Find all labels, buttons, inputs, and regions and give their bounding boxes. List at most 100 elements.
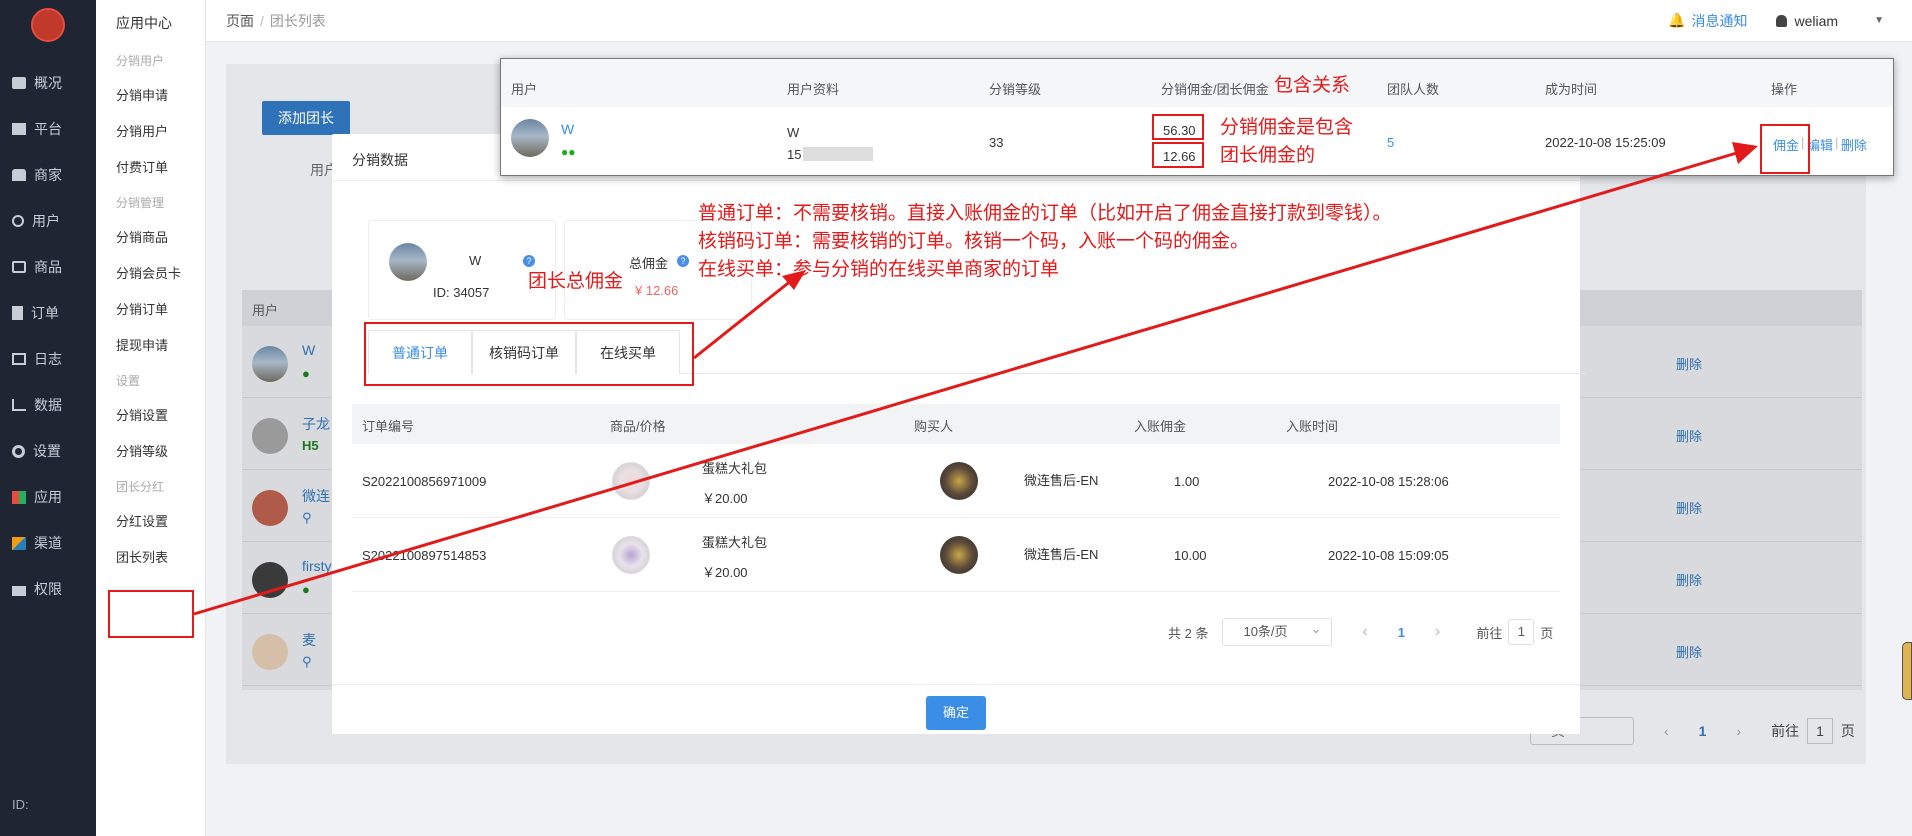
- user-name[interactable]: firsty: [302, 558, 332, 574]
- goto-input[interactable]: 1: [1508, 619, 1535, 645]
- footer-id: ID:: [12, 797, 29, 812]
- breadcrumb-separator: /: [260, 12, 264, 29]
- scroll-handle[interactable]: [1902, 642, 1912, 700]
- annotation-box-leader-list: [108, 590, 194, 638]
- next-page-icon[interactable]: ›: [1736, 723, 1741, 739]
- top-right: 🔔 消息通知 weliam ▼: [1668, 11, 1884, 31]
- gear-icon: [12, 444, 25, 458]
- total-commission-value: ¥ 12.66: [635, 283, 679, 298]
- breadcrumb-root[interactable]: 页面: [226, 13, 254, 29]
- commission-time: 2022-10-08 15:09:05: [1328, 548, 1449, 563]
- sub-item-apply[interactable]: 分销申请: [96, 78, 205, 114]
- user-icon: [12, 215, 24, 227]
- level-value: 33: [989, 135, 1004, 150]
- sub-group-title: 团长分红: [116, 480, 165, 494]
- user-name[interactable]: 子龙: [302, 414, 330, 434]
- avatar: [511, 119, 549, 157]
- nav-log[interactable]: 日志: [0, 336, 96, 382]
- wechat-icon: ●: [302, 366, 310, 381]
- delete-link[interactable]: 删除: [1676, 354, 1702, 373]
- annotation-contain: 包含关系: [1274, 75, 1351, 96]
- nav-channel[interactable]: 渠道: [0, 520, 96, 566]
- sub-item-paid-orders[interactable]: 付费订单: [96, 150, 205, 186]
- nav-user[interactable]: 用户: [0, 198, 96, 244]
- nav-overview[interactable]: 概况: [0, 60, 96, 106]
- user-name[interactable]: W: [561, 121, 574, 137]
- user-menu[interactable]: weliam ▼: [1775, 12, 1884, 29]
- page-number[interactable]: 1: [1699, 723, 1707, 739]
- top-bar: 页面 / 团长列表 🔔 消息通知 weliam ▼: [206, 0, 1912, 42]
- nav-platform[interactable]: 平台: [0, 106, 96, 152]
- commission-value: 1.00: [1174, 474, 1200, 489]
- nav-merchant[interactable]: 商家: [0, 152, 96, 198]
- delete-link[interactable]: 删除: [1676, 498, 1702, 517]
- col-team: 团队人数: [1387, 82, 1440, 97]
- sub-item-member-card[interactable]: 分销会员卡: [96, 256, 205, 292]
- nav-apps[interactable]: 应用: [0, 474, 96, 520]
- delete-link[interactable]: 删除: [1676, 426, 1702, 445]
- col-time: 成为时间: [1545, 82, 1598, 97]
- user-name[interactable]: W: [302, 342, 315, 358]
- commission-value: 10.00: [1174, 548, 1207, 563]
- user-name[interactable]: 麦: [302, 630, 316, 650]
- help-icon[interactable]: ?: [677, 255, 689, 267]
- sub-item-leader-list[interactable]: 团长列表: [96, 540, 205, 576]
- buyer-avatar: [940, 462, 978, 500]
- add-leader-button[interactable]: 添加团长: [262, 101, 350, 135]
- goto-input[interactable]: 1: [1807, 718, 1834, 744]
- current-page[interactable]: 1: [1398, 625, 1405, 640]
- delete-link[interactable]: 删除: [1841, 135, 1867, 154]
- sub-item-withdraw[interactable]: 提现申请: [96, 328, 205, 364]
- col-order-no: 订单编号: [362, 419, 415, 434]
- goods-icon: [12, 261, 26, 273]
- confirm-button[interactable]: 确定: [926, 696, 986, 730]
- user-name: W: [469, 253, 482, 268]
- buyer-name: 微连售后-EN: [1024, 473, 1099, 488]
- nav-order[interactable]: 订单: [0, 290, 96, 336]
- notice-link[interactable]: 🔔 消息通知: [1668, 11, 1747, 31]
- annotation-box-commission-link: [1760, 124, 1810, 174]
- nav-permission[interactable]: 权限: [0, 566, 96, 612]
- sub-item-levels[interactable]: 分销等级: [96, 434, 205, 470]
- h5-badge: H5: [302, 438, 319, 453]
- sub-item-orders[interactable]: 分销订单: [96, 292, 205, 328]
- prev-page-icon[interactable]: ‹: [1664, 723, 1669, 739]
- nav-data[interactable]: 数据: [0, 382, 96, 428]
- annotation-line-2: 核销码订单：需要核销的订单。核销一个码，入账一个码的佣金。: [698, 231, 1250, 252]
- username: weliam: [1794, 12, 1839, 29]
- avatar: [252, 562, 288, 598]
- lock-icon: [12, 585, 26, 596]
- col-buyer: 购买人: [914, 419, 954, 434]
- log-icon: [12, 353, 26, 365]
- edit-link[interactable]: 编辑: [1807, 135, 1833, 154]
- delete-link[interactable]: 删除: [1676, 570, 1702, 589]
- caret-down-icon: ▼: [1874, 15, 1884, 26]
- order-no: S2022100897514853: [362, 548, 487, 563]
- table-row: S2022100856971009 蛋糕大礼包 ￥20.00 微连售后-EN 1…: [352, 444, 1560, 518]
- nav-goods[interactable]: 商品: [0, 244, 96, 290]
- breadcrumb: 页面 / 团长列表: [226, 11, 326, 31]
- commission-time: 2022-10-08 15:28:06: [1328, 474, 1449, 489]
- nav-settings[interactable]: 设置: [0, 428, 96, 474]
- sub-item-dividend-settings[interactable]: 分红设置: [96, 504, 205, 540]
- breadcrumb-current: 团长列表: [269, 12, 326, 29]
- sub-item-settings[interactable]: 分销设置: [96, 398, 205, 434]
- cube-icon: [12, 536, 26, 550]
- annotation-contain-desc-2: 团长佣金的: [1220, 145, 1316, 166]
- sub-item-goods[interactable]: 分销商品: [96, 220, 205, 256]
- pagination: 共 2 条 10条/页 ‹ 1 › 前往 1 页: [1168, 616, 1553, 646]
- team-count[interactable]: 5: [1387, 135, 1394, 150]
- product-name: 蛋糕大礼包: [702, 461, 768, 476]
- help-icon[interactable]: ?: [523, 255, 535, 267]
- user-icon: [1775, 14, 1787, 27]
- user-name[interactable]: 微连: [302, 486, 330, 506]
- wechat-icon: ●: [302, 582, 310, 597]
- prev-page-icon[interactable]: ‹: [1362, 623, 1367, 641]
- sub-item-users[interactable]: 分销用户: [96, 114, 205, 150]
- delete-link[interactable]: 删除: [1676, 642, 1702, 661]
- link-icon: ⚲: [302, 654, 312, 669]
- page-size-select[interactable]: 10条/页: [1222, 616, 1333, 646]
- annotation-total: 团长总佣金: [528, 271, 624, 292]
- next-page-icon[interactable]: ›: [1435, 623, 1440, 641]
- goto-label: 前往 1 页: [1771, 718, 1855, 744]
